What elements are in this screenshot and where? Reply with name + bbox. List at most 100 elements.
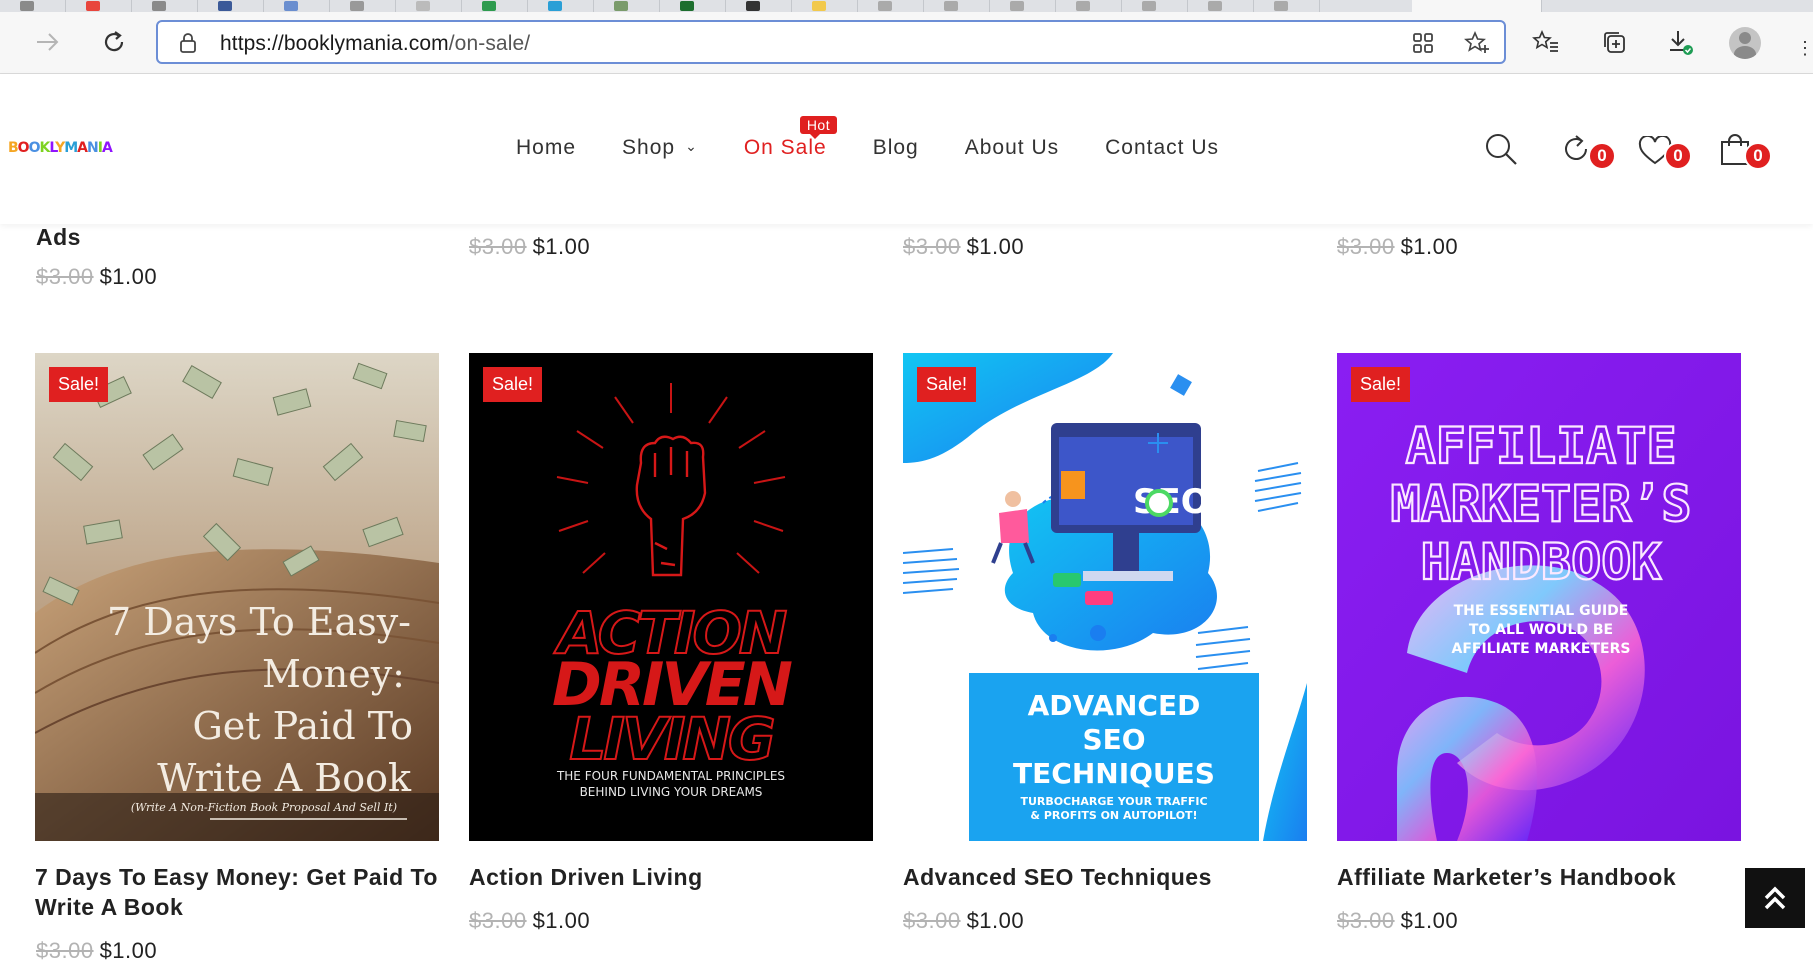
product-title[interactable]: Advanced SEO Techniques	[903, 862, 1212, 892]
browser-tab-active[interactable]	[1412, 0, 1542, 12]
cover-subtitle: & PROFITS ON AUTOPILOT!	[1030, 809, 1197, 822]
sale-price: $1.00	[966, 234, 1025, 259]
book-cover-affiliate: AFFILIATE MARKETER’S HANDBOOK THE ESSENT…	[1337, 353, 1741, 841]
refresh-icon	[104, 31, 124, 52]
old-price: $3.00	[469, 234, 527, 259]
cover-subtitle: TO ALL WOULD BE	[1469, 622, 1613, 638]
cover-title-line: Write A Book	[157, 756, 412, 800]
browser-tab[interactable]	[1056, 0, 1122, 12]
sale-badge: Sale!	[917, 367, 977, 402]
sale-price: $1.00	[99, 938, 158, 963]
product-price: $3.00 $1.00	[903, 908, 1024, 934]
old-price: $3.00	[36, 938, 94, 963]
refresh-button[interactable]	[96, 24, 132, 60]
compare-icon[interactable]	[1560, 134, 1592, 169]
favorites-button[interactable]	[1528, 24, 1564, 60]
browser-tab[interactable]	[462, 0, 528, 12]
product-price: $3.00 $1.00	[469, 234, 590, 260]
hot-badge: Hot	[799, 116, 838, 139]
browser-tab[interactable]	[990, 0, 1056, 12]
product-price: $3.00 $1.00	[469, 908, 590, 934]
downloads-button[interactable]	[1662, 24, 1698, 60]
browser-tab[interactable]	[198, 0, 264, 12]
double-chevron-up-icon	[1764, 886, 1786, 910]
browser-tab[interactable]	[1254, 0, 1320, 12]
cover-title-line: SEO	[1082, 723, 1145, 756]
browser-tab[interactable]	[528, 0, 594, 12]
sale-price: $1.00	[966, 908, 1025, 933]
url-path: /on-sale/	[448, 32, 531, 55]
cover-title-line: ADVANCED	[1028, 689, 1201, 722]
product-image[interactable]: Sale! 7 Days To Easy- Money: Get Paid To…	[35, 353, 439, 841]
product-price: $3.00 $1.00	[1337, 908, 1458, 934]
cover-subtitle: (Write A Non-Fiction Book Proposal And S…	[131, 801, 397, 814]
cover-title-line: AFFILIATE	[1406, 417, 1677, 475]
cover-title-line: Money:	[262, 652, 405, 696]
cover-subtitle: BEHIND LIVING YOUR DREAMS	[580, 785, 763, 799]
product-title[interactable]: Affiliate Marketer’s Handbook	[1337, 862, 1676, 892]
product-price: $3.00 $1.00	[903, 234, 1024, 260]
app-available-icon[interactable]	[1410, 30, 1436, 56]
nav-contact-us[interactable]: Contact Us	[1105, 136, 1219, 160]
product-title[interactable]: 7 Days To Easy Money: Get Paid To Write …	[35, 862, 445, 922]
browser-tab[interactable]	[858, 0, 924, 12]
profile-avatar[interactable]	[1729, 27, 1761, 59]
sale-price: $1.00	[99, 264, 158, 289]
url-host: https://booklymania.com	[220, 32, 449, 55]
browser-tab[interactable]	[132, 0, 198, 12]
main-nav: Home Shop ⌄ On Sale Hot Blog About Us Cont…	[516, 116, 1265, 160]
scroll-to-top-button[interactable]	[1745, 868, 1805, 928]
cover-title-line: Get Paid To	[192, 704, 413, 748]
cover-subtitle: TURBOCHARGE YOUR TRAFFIC	[1020, 795, 1207, 808]
browser-tab[interactable]	[660, 0, 726, 12]
browser-tab[interactable]	[792, 0, 858, 12]
more-menu-icon[interactable]: ⋮	[1796, 38, 1813, 59]
lock-icon[interactable]	[178, 32, 198, 54]
browser-tab[interactable]	[1122, 0, 1188, 12]
browser-tab[interactable]	[726, 0, 792, 12]
nav-home[interactable]: Home	[516, 136, 576, 160]
browser-tab[interactable]	[66, 0, 132, 12]
sale-badge: Sale!	[49, 367, 109, 402]
nav-about-us[interactable]: About Us	[965, 136, 1059, 160]
browser-tab[interactable]	[1188, 0, 1254, 12]
browser-tab[interactable]	[396, 0, 462, 12]
compare-count-badge: 0	[1588, 142, 1616, 170]
download-icon	[1670, 31, 1693, 55]
arrow-right-icon	[37, 33, 59, 51]
product-image[interactable]: Sale! ACTION DRIVEN LIVING THE FOUR FUND…	[469, 353, 873, 841]
product-title[interactable]: Action Driven Living	[469, 862, 703, 892]
browser-tab[interactable]	[264, 0, 330, 12]
cover-subtitle: THE FOUR FUNDAMENTAL PRINCIPLES	[556, 769, 785, 783]
cart-count-badge: 0	[1744, 142, 1772, 170]
chevron-down-icon: ⌄	[685, 138, 698, 154]
product-price: $3.00 $1.00	[1337, 234, 1458, 260]
cover-title-line: 7 Days To Easy-	[107, 600, 411, 644]
product-image[interactable]: Sale! SEO ADVANCED SEO	[903, 353, 1307, 841]
cover-subtitle: THE ESSENTIAL GUIDE	[1454, 603, 1629, 619]
sale-price: $1.00	[532, 234, 591, 259]
add-favorite-star-icon[interactable]	[1464, 30, 1490, 56]
nav-blog[interactable]: Blog	[873, 136, 919, 160]
product-image[interactable]: Sale! AFFILIATE MARKETER’S HANDBOOK THE …	[1337, 353, 1741, 841]
browser-tab[interactable]	[0, 0, 66, 12]
book-cover-money: 7 Days To Easy- Money: Get Paid To Write…	[35, 353, 439, 841]
forward-button[interactable]	[30, 24, 66, 60]
old-price: $3.00	[903, 234, 961, 259]
product-price: $3.00 $1.00	[36, 264, 157, 290]
browser-tab[interactable]	[924, 0, 990, 12]
url-text[interactable]: https://booklymania.com/on-sale/	[220, 32, 530, 56]
wishlist-count-badge: 0	[1664, 142, 1692, 170]
sale-price: $1.00	[1400, 234, 1459, 259]
product-title-tail[interactable]: Ads	[36, 224, 81, 251]
browser-tab[interactable]	[594, 0, 660, 12]
search-icon[interactable]	[1484, 132, 1518, 171]
site-header: BOOKLYMANIA Home Shop ⌄ On Sale Hot Blog A…	[0, 74, 1813, 224]
address-bar[interactable]: https://booklymania.com/on-sale/	[156, 20, 1506, 64]
browser-tab[interactable]	[330, 0, 396, 12]
site-logo[interactable]: BOOKLYMANIA	[8, 140, 113, 156]
collections-button[interactable]	[1596, 24, 1632, 60]
nav-shop-label: Shop	[622, 136, 676, 159]
nav-shop[interactable]: Shop ⌄	[622, 136, 698, 160]
nav-on-sale[interactable]: On Sale Hot	[744, 116, 838, 160]
